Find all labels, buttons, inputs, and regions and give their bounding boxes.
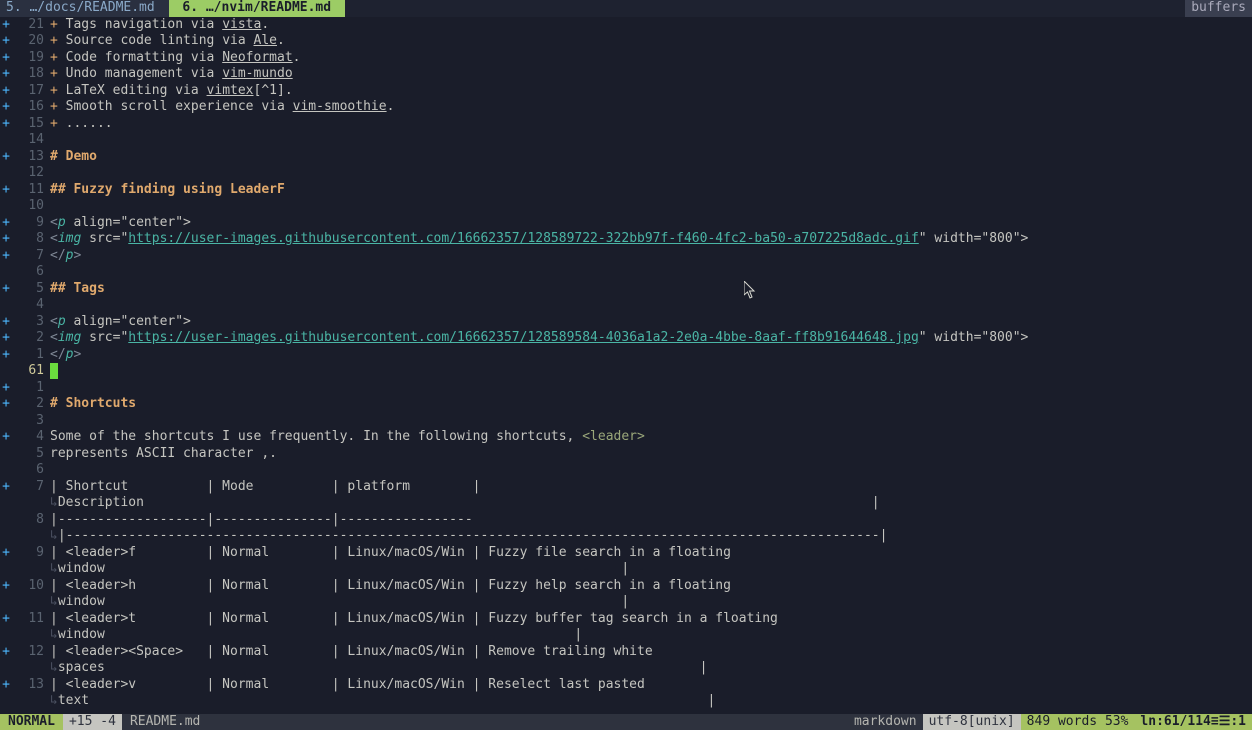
heading-fuzzy: Fuzzy finding using LeaderF: [73, 182, 284, 197]
table-row: | <leader>h | Normal | Linux/macOS/Win |…: [50, 578, 731, 593]
heading-shortcuts: Shortcuts: [66, 396, 136, 411]
cursor: [50, 363, 58, 379]
tab-inactive[interactable]: 5. …/docs/README.md: [0, 0, 169, 17]
heading-tags: Tags: [73, 281, 104, 296]
tab-active[interactable]: 6. …/nvim/README.md: [169, 0, 345, 17]
heading-demo: Demo: [66, 149, 97, 164]
git-status: +15 -4: [63, 714, 122, 730]
table-row: | <leader>f | Normal | Linux/macOS/Win |…: [50, 545, 731, 560]
encoding: utf-8[unix]: [923, 714, 1021, 730]
heading-marker: #: [50, 149, 66, 164]
cursor-position: ln:61/114≡☰:1: [1134, 714, 1252, 730]
editor-area[interactable]: +21+ Tags navigation via vista. +20+ Sou…: [0, 17, 1252, 710]
table-row: | <leader><Space> | Normal | Linux/macOS…: [50, 644, 653, 659]
sign-add: +: [0, 17, 12, 34]
wrap-icon: ↳: [50, 495, 58, 510]
table-header: | Shortcut | Mode | platform |: [50, 479, 480, 494]
filetype: markdown: [848, 714, 923, 730]
image-url: https://user-images.githubusercontent.co…: [128, 330, 919, 345]
relnum: 21: [12, 17, 50, 34]
current-line-num: 61: [12, 363, 50, 380]
word-count: 849 words 53%: [1021, 714, 1135, 730]
table-row: | <leader>v | Normal | Linux/macOS/Win |…: [50, 677, 645, 692]
mode-indicator: NORMAL: [0, 714, 63, 730]
image-url: https://user-images.githubusercontent.co…: [128, 231, 919, 246]
filename: README.md: [122, 714, 208, 730]
tabline: 5. …/docs/README.md 6. …/nvim/README.md …: [0, 0, 1252, 17]
buffers-label[interactable]: buffers: [1185, 0, 1252, 17]
table-row: | <leader>t | Normal | Linux/macOS/Win |…: [50, 611, 778, 626]
statusline: NORMAL +15 -4 README.md markdown utf-8[u…: [0, 714, 1252, 730]
